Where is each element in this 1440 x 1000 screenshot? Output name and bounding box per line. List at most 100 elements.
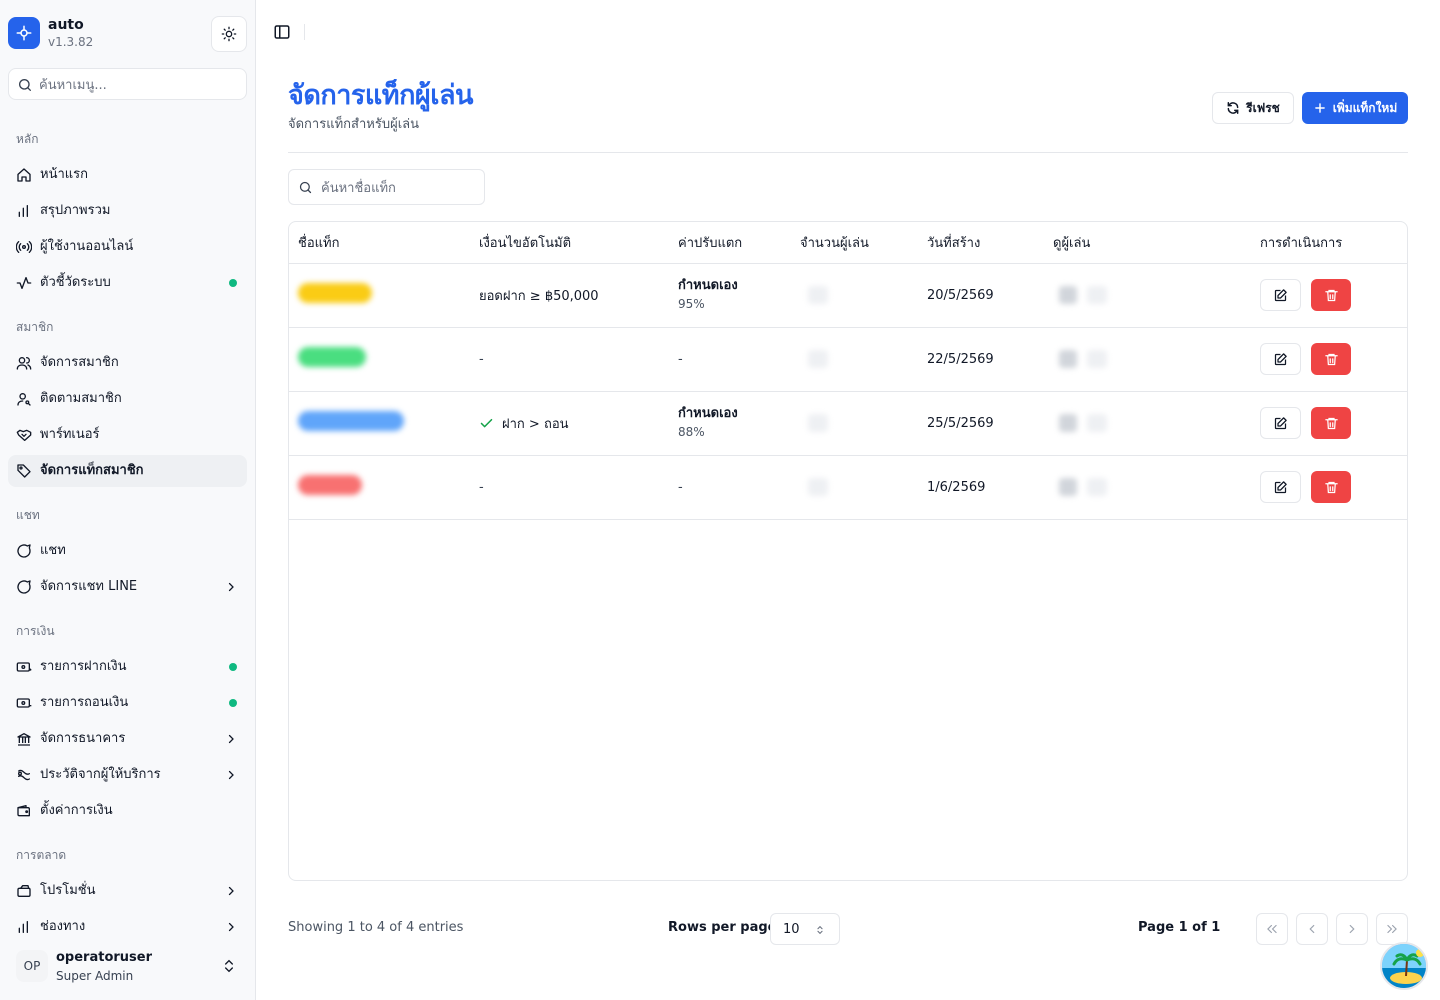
column-header[interactable]: ชื่อแท็ก <box>289 222 470 264</box>
refresh-button[interactable]: รีเฟรช <box>1212 92 1294 124</box>
message-icon <box>16 579 32 595</box>
sidebar-item-finance-settings[interactable]: ตั้งค่าการเงิน <box>8 795 247 827</box>
tag-badge[interactable] <box>298 347 366 367</box>
status-dot <box>229 279 237 287</box>
user-search-icon <box>16 391 32 407</box>
previous-page-button[interactable] <box>1296 913 1328 945</box>
sidebar-item-partners[interactable]: พาร์ทเนอร์ <box>8 419 247 451</box>
chevron-right-icon <box>228 734 234 744</box>
tag-badge[interactable] <box>298 283 372 303</box>
rows-per-page-select[interactable]: 10 <box>770 913 840 945</box>
player-count-redacted: ​​​ <box>808 350 828 368</box>
edit-icon <box>1274 480 1287 493</box>
chevron-right-icon <box>228 582 234 592</box>
sidebar-item-track-members[interactable]: ติดตามสมาชิก <box>8 383 247 415</box>
sidebar-item-label: ตั้งค่าการเงิน <box>40 803 113 818</box>
floating-help-avatar[interactable] <box>1380 942 1428 990</box>
sidebar-item-manage-member-tags[interactable]: จัดการแท็กสมาชิก <box>8 455 247 487</box>
plus-icon <box>1314 103 1325 113</box>
chevron-right-icon <box>228 886 234 896</box>
app-logo-icon[interactable] <box>8 17 40 49</box>
edit-icon <box>1274 416 1287 429</box>
column-header[interactable]: ค่าปรับแตก <box>669 222 791 264</box>
sidebar-item-provider-history[interactable]: ประวัติจากผู้ให้บริการ <box>8 759 247 791</box>
penalty-type: - <box>678 479 683 495</box>
activity-icon <box>16 275 32 291</box>
search-icon <box>19 79 31 91</box>
sidebar-item-line-chat[interactable]: จัดการแชท LINE <box>8 571 247 603</box>
bank-icon <box>16 731 32 747</box>
delete-button[interactable] <box>1311 471 1351 503</box>
sidebar-item-label: จัดการสมาชิก <box>40 355 119 370</box>
column-header[interactable]: วันที่สร้าง <box>918 222 1044 264</box>
sidebar-item-deposits[interactable]: รายการฝากเงิน <box>8 651 247 683</box>
panel-left-icon <box>274 25 290 39</box>
view-players-redacted[interactable]: ​​​​ <box>1059 414 1251 432</box>
sun-icon <box>221 26 237 42</box>
tag-search-input[interactable] <box>321 178 476 198</box>
created-date: 1/6/2569 <box>927 479 986 495</box>
status-dot <box>229 663 237 671</box>
menu-search-input[interactable] <box>39 75 239 95</box>
divider <box>304 24 305 40</box>
sidebar-item-online-users[interactable]: ผู้ใช้งานออนไลน์ <box>8 231 247 263</box>
edit-button[interactable] <box>1260 279 1301 311</box>
check-icon <box>480 418 493 427</box>
brand: auto v1.3.82 <box>8 16 248 52</box>
sidebar-item-promotions[interactable]: โปรโมชั่น <box>8 875 247 907</box>
table-row: ยอดฝาก ≥ ฿50,000 กำหนดเอง 95% ​​​ 20/5/2… <box>289 263 1407 328</box>
next-page-button[interactable] <box>1336 913 1368 945</box>
sidebar-item-system-metrics[interactable]: ตัวชี้วัดระบบ <box>8 267 247 299</box>
first-page-button[interactable] <box>1256 913 1288 945</box>
history-icon <box>16 767 32 783</box>
view-players-redacted[interactable]: ​​​​​ <box>1059 286 1251 304</box>
delete-button[interactable] <box>1311 407 1351 439</box>
sidebar-item-label: จัดการธนาคาร <box>40 731 126 746</box>
player-count-redacted: ​​ <box>808 478 828 496</box>
edit-button[interactable] <box>1260 343 1301 375</box>
sidebar-item-banks[interactable]: จัดการธนาคาร <box>8 723 247 755</box>
last-page-button[interactable] <box>1376 913 1408 945</box>
chevrons-left-icon <box>1267 924 1277 934</box>
delete-button[interactable] <box>1311 343 1351 375</box>
sidebar-item-channels[interactable]: ช่องทาง <box>8 911 247 943</box>
view-players-redacted[interactable]: ​​​​ <box>1059 478 1251 496</box>
edit-icon <box>1274 352 1287 365</box>
sidebar-item-chat[interactable]: แชท <box>8 535 247 567</box>
sidebar-toggle-button[interactable] <box>272 22 292 42</box>
column-header[interactable]: ดูผู้เล่น <box>1044 222 1251 264</box>
user-role: Super Admin <box>56 969 134 983</box>
delete-button[interactable] <box>1311 279 1351 311</box>
page-subtitle: จัดการแท็กสำหรับผู้เล่น <box>288 117 419 132</box>
tag-badge[interactable] <box>298 475 362 495</box>
tag-badge[interactable] <box>298 411 404 431</box>
edit-button[interactable] <box>1260 407 1301 439</box>
entries-summary: Showing 1 to 4 of 4 entries <box>288 920 464 935</box>
sidebar-item-label: หน้าแรก <box>40 167 88 182</box>
penalty-type: - <box>678 351 683 367</box>
group-label-main: หลัก <box>16 132 39 146</box>
auto-condition: ยอดฝาก ≥ ฿50,000 <box>479 288 599 304</box>
sidebar-item-home[interactable]: หน้าแรก <box>8 159 247 191</box>
island-icon <box>1382 944 1426 988</box>
chevron-right-icon <box>228 922 234 932</box>
group-label-chat: แชท <box>16 508 40 522</box>
chevron-right-icon <box>228 770 234 780</box>
created-date: 25/5/2569 <box>927 415 994 431</box>
sidebar-item-label: พาร์ทเนอร์ <box>40 427 100 442</box>
column-header[interactable]: จำนวนผู้เล่น <box>791 222 918 264</box>
sidebar-item-withdrawals[interactable]: รายการถอนเงิน <box>8 687 247 719</box>
add-tag-button[interactable]: เพิ่มแท็กใหม่ <box>1302 92 1408 124</box>
user-menu[interactable]: OP operatoruser Super Admin <box>8 944 247 990</box>
search-icon <box>299 181 312 194</box>
theme-toggle-button[interactable] <box>211 16 247 52</box>
sidebar-item-manage-members[interactable]: จัดการสมาชิก <box>8 347 247 379</box>
sidebar-item-overview[interactable]: สรุปภาพรวม <box>8 195 247 227</box>
menu-search <box>8 68 247 100</box>
edit-button[interactable] <box>1260 471 1301 503</box>
column-header[interactable]: เงื่อนไขอัตโนมัติ <box>470 222 669 264</box>
penalty-type: กำหนดเอง <box>678 406 738 421</box>
view-players-redacted[interactable]: ​​​​​ <box>1059 350 1251 368</box>
avatar: OP <box>16 950 48 982</box>
rows-per-page-value: 10 <box>783 921 800 937</box>
